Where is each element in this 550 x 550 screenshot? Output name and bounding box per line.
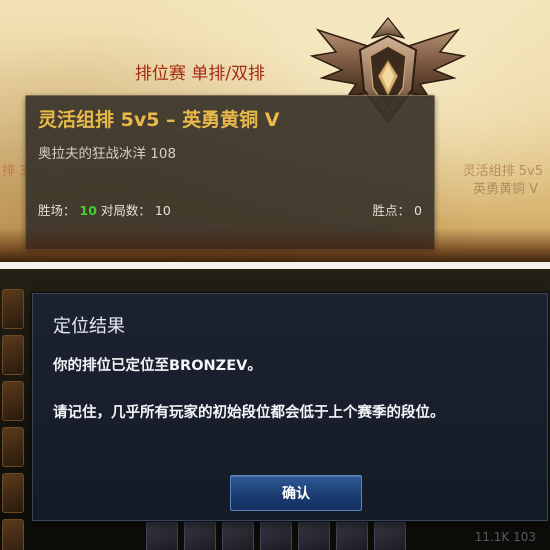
points-value: 0 <box>414 203 422 218</box>
dialog-title: 定位结果 <box>53 316 125 337</box>
placement-result-dialog: 定位结果 你的排位已定位至BRONZEV。 请记住，几乎所有玩家的初始段位都会低… <box>32 293 548 521</box>
flex-tier-label: 英勇黄铜 V <box>472 182 538 197</box>
bottom-tile <box>146 522 178 550</box>
side-tile <box>2 381 24 421</box>
side-tile <box>2 289 24 329</box>
dialog-message-reminder: 请记住，几乎所有玩家的初始段位都会低于上个赛季的段位。 <box>53 405 445 421</box>
wins-value: 10 <box>79 203 97 218</box>
side-tile <box>2 519 24 550</box>
league-name: 奥拉夫的狂战冰洋 108 <box>38 146 177 162</box>
bottom-tile <box>222 522 254 550</box>
bottom-icon-strip <box>26 522 550 550</box>
rank-panel: 排位赛 单排/双排 排 3v3 灵活组排 5v5 英勇黄铜 V 灵活组排 5v5… <box>0 0 550 262</box>
bottom-tile <box>336 522 368 550</box>
confirm-button[interactable]: 确认 <box>230 475 362 511</box>
background-stats-text: 11.1K 103 <box>474 530 536 544</box>
bottom-tile <box>184 522 216 550</box>
side-tile <box>2 473 24 513</box>
bottom-tile <box>374 522 406 550</box>
flex-queue-label: 灵活组排 5v5 <box>462 164 543 179</box>
games-value: 10 <box>154 203 171 218</box>
wins-label: 胜场： <box>38 203 76 218</box>
points-label: 胜点： <box>372 203 411 218</box>
image-divider <box>0 262 550 269</box>
tooltip-title: 灵活组排 5v5 – 英勇黄铜 V <box>38 109 280 131</box>
bottom-tile <box>260 522 292 550</box>
side-tile <box>2 427 24 467</box>
side-icon-strip <box>0 289 24 550</box>
dialog-message-placement: 你的排位已定位至BRONZEV。 <box>53 358 262 374</box>
side-tile <box>2 335 24 375</box>
rank-tooltip: 灵活组排 5v5 – 英勇黄铜 V 奥拉夫的狂战冰洋 108 胜场： 10 对局数：… <box>25 95 435 250</box>
league-points: 胜点： 0 <box>373 200 422 219</box>
games-label: 对局数： <box>100 203 151 218</box>
match-stats: 胜场： 10 对局数： 10 <box>38 200 171 219</box>
bottom-tile <box>298 522 330 550</box>
